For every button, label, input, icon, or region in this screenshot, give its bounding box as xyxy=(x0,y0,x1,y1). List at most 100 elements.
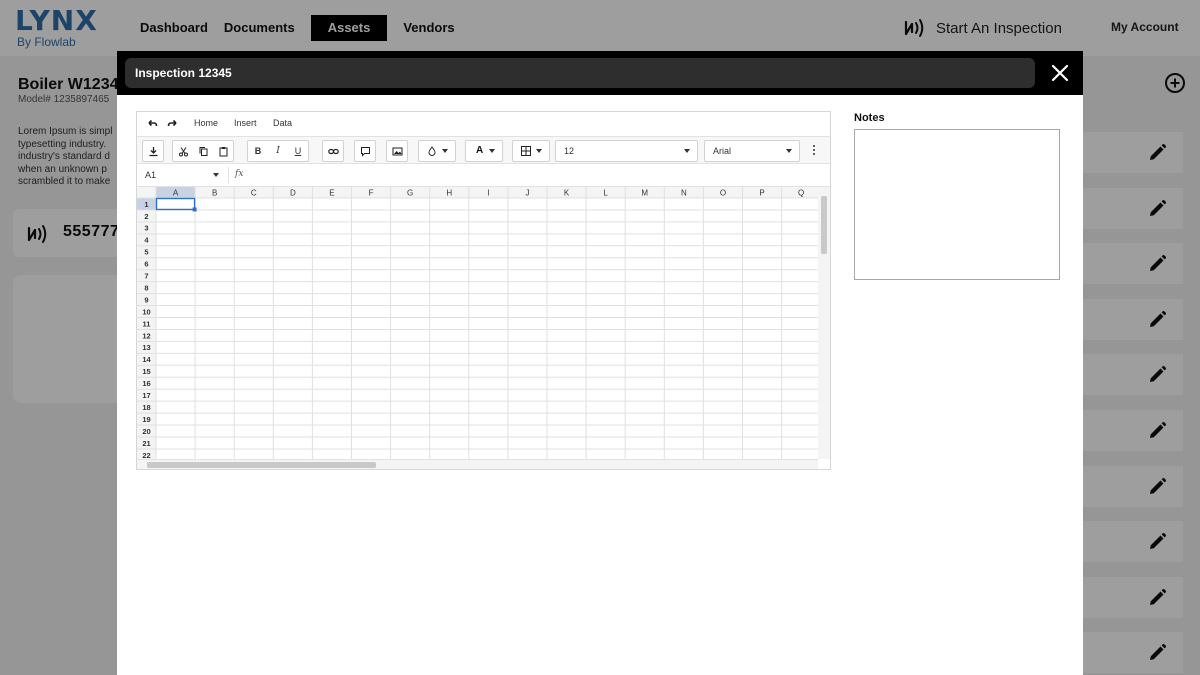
italic-button[interactable]: I xyxy=(268,141,288,161)
column-header[interactable]: B xyxy=(212,189,217,198)
column-header[interactable]: G xyxy=(407,189,413,198)
spreadsheet: Home Insert Data B I U A 12 Arial A1 fx … xyxy=(136,111,831,470)
formula-input[interactable] xyxy=(245,168,819,184)
borders-button[interactable] xyxy=(512,140,550,162)
menu-data[interactable]: Data xyxy=(273,118,292,128)
row-header[interactable]: 18 xyxy=(142,403,150,412)
row-header[interactable]: 21 xyxy=(142,439,150,448)
row-header[interactable]: 11 xyxy=(143,319,151,328)
column-header[interactable]: F xyxy=(369,189,374,198)
selected-cell[interactable] xyxy=(155,197,196,211)
download-icon xyxy=(149,146,157,156)
row-header[interactable]: 19 xyxy=(142,415,150,424)
scrollbar-thumb[interactable] xyxy=(821,196,827,254)
column-header[interactable]: L xyxy=(603,189,608,198)
row-header[interactable]: 5 xyxy=(144,248,148,257)
modal-title: Inspection 12345 xyxy=(135,66,232,80)
column-header[interactable]: Q xyxy=(798,189,804,198)
copy-icon xyxy=(199,146,207,156)
redo-icon[interactable] xyxy=(167,118,179,130)
row-header[interactable]: 7 xyxy=(144,272,148,281)
column-header[interactable]: J xyxy=(525,189,529,198)
row-header[interactable]: 15 xyxy=(142,367,150,376)
column-header-bar xyxy=(137,187,818,198)
vertical-scrollbar[interactable] xyxy=(818,187,830,459)
toolbar-group-comment xyxy=(354,140,376,162)
column-header[interactable]: N xyxy=(681,189,687,198)
paint-drop-icon xyxy=(428,146,436,156)
row-header[interactable]: 2 xyxy=(144,212,148,221)
chevron-down-icon xyxy=(442,149,448,153)
column-header[interactable]: I xyxy=(487,189,489,198)
row-header[interactable]: 8 xyxy=(144,283,148,292)
row-header[interactable]: 3 xyxy=(144,224,148,233)
column-header[interactable]: P xyxy=(759,189,764,198)
borders-icon xyxy=(521,146,531,156)
spreadsheet-toolbar: B I U A 12 Arial xyxy=(137,137,830,164)
toolbar-group-export xyxy=(142,140,164,162)
row-header[interactable]: 6 xyxy=(144,260,148,269)
clipboard-icon xyxy=(219,146,227,156)
row-header[interactable]: 16 xyxy=(142,379,150,388)
column-header[interactable]: D xyxy=(290,189,296,198)
text-color-button[interactable]: A xyxy=(465,140,503,162)
menu-home[interactable]: Home xyxy=(194,118,218,128)
comment-button[interactable] xyxy=(355,141,375,161)
menu-insert[interactable]: Insert xyxy=(234,118,257,128)
row-header[interactable]: 22 xyxy=(142,451,150,459)
link-button[interactable] xyxy=(323,141,343,161)
fx-icon: fx xyxy=(235,169,244,179)
link-icon xyxy=(327,148,339,154)
row-header[interactable]: 17 xyxy=(142,391,150,400)
modal-header: Inspection 12345 xyxy=(117,51,1083,95)
font-size-select[interactable]: 12 xyxy=(555,140,698,162)
row-header[interactable]: 20 xyxy=(142,427,150,436)
download-button[interactable] xyxy=(143,141,163,161)
close-icon[interactable] xyxy=(1051,64,1069,82)
bold-button[interactable]: B xyxy=(248,141,268,161)
notes-label: Notes xyxy=(854,112,885,124)
inspection-modal: Inspection 12345 Home Insert Data B I U … xyxy=(117,51,1083,675)
chevron-down-icon xyxy=(213,173,219,177)
column-header[interactable]: O xyxy=(720,189,726,198)
row-header[interactable]: 13 xyxy=(142,343,150,352)
more-vertical-icon[interactable] xyxy=(812,144,816,156)
toolbar-group-clipboard xyxy=(172,140,234,162)
insert-image-button[interactable] xyxy=(387,141,407,161)
font-size-value: 12 xyxy=(564,146,575,156)
row-header[interactable]: 9 xyxy=(144,295,148,304)
horizontal-scrollbar[interactable] xyxy=(137,459,818,469)
row-header[interactable]: 12 xyxy=(142,331,150,340)
row-header[interactable]: 10 xyxy=(142,307,150,316)
font-family-select[interactable]: Arial xyxy=(704,140,800,162)
column-header[interactable]: C xyxy=(251,189,257,198)
scrollbar-thumb[interactable] xyxy=(147,462,376,468)
cut-button[interactable] xyxy=(173,141,193,161)
scissors-icon xyxy=(178,146,188,156)
column-header[interactable]: A xyxy=(173,189,179,198)
cell-reference-select[interactable]: A1 xyxy=(145,170,156,180)
column-header[interactable]: M xyxy=(641,189,648,198)
fill-handle[interactable] xyxy=(192,207,197,212)
notes-textarea[interactable] xyxy=(854,129,1060,280)
column-header[interactable]: K xyxy=(564,189,570,198)
toolbar-group-format: B I U xyxy=(247,140,309,162)
modal-title-bar: Inspection 12345 xyxy=(125,58,1035,88)
comment-icon xyxy=(360,146,370,157)
toolbar-group-image xyxy=(386,140,408,162)
image-icon xyxy=(392,147,402,155)
toolbar-group-link xyxy=(322,140,344,162)
row-header[interactable]: 1 xyxy=(144,200,148,209)
fill-color-button[interactable] xyxy=(418,140,456,162)
copy-button[interactable] xyxy=(193,141,213,161)
cell-grid[interactable]: A B C D E F G H I J K L M N O P Q12345678910111213141516… xyxy=(137,187,818,459)
undo-icon[interactable] xyxy=(146,118,158,130)
chevron-down-icon xyxy=(536,149,542,153)
column-header[interactable]: E xyxy=(329,189,334,198)
paste-button[interactable] xyxy=(213,141,233,161)
chevron-down-icon xyxy=(489,149,495,153)
chevron-down-icon xyxy=(786,149,792,153)
underline-button[interactable]: U xyxy=(288,141,308,161)
row-header[interactable]: 14 xyxy=(142,355,151,364)
column-header[interactable]: H xyxy=(446,189,452,198)
